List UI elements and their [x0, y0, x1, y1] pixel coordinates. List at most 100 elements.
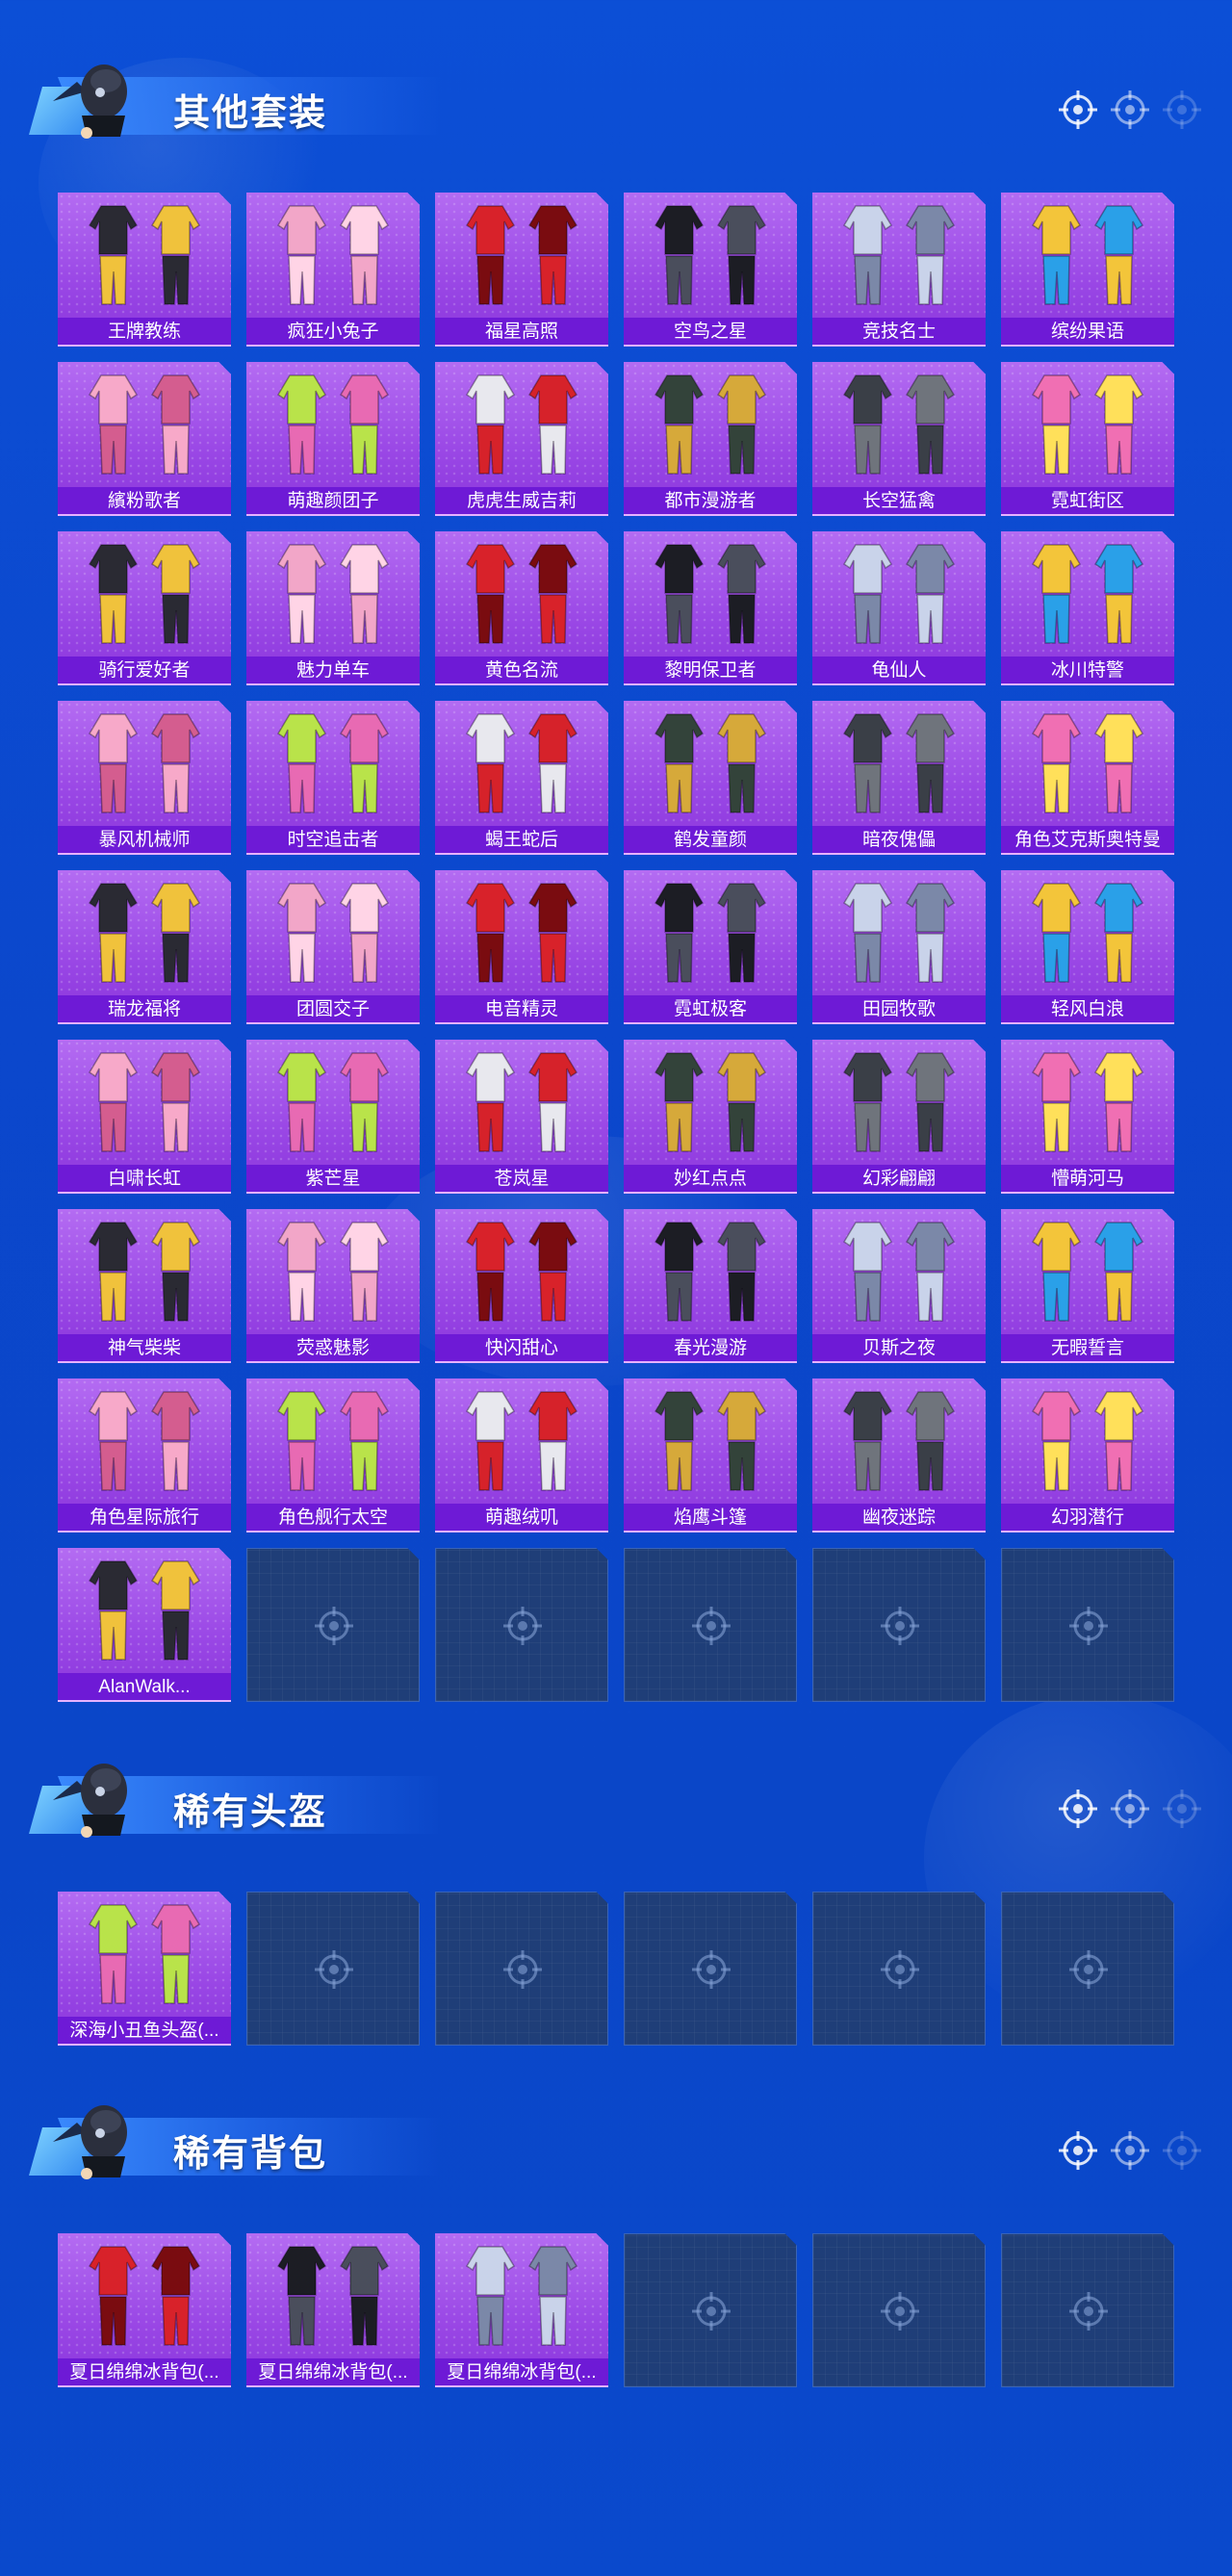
item-tile[interactable]: 夏日绵绵冰背包(...	[58, 2233, 231, 2387]
outfit-image	[276, 2246, 390, 2346]
item-tile[interactable]: 冰川特警	[1001, 531, 1174, 685]
item-tile[interactable]: 深海小丑鱼头盔(...	[58, 1892, 231, 2046]
item-grid: 夏日绵绵冰背包(... 夏日绵绵冰背包(... 夏日绵绵冰背包(...	[58, 2233, 1174, 2387]
item-tile[interactable]: 紫芒星	[246, 1040, 420, 1194]
item-label: 田园牧歌	[812, 995, 986, 1024]
item-tile[interactable]: 瑞龙福将	[58, 870, 231, 1024]
outfit-image	[465, 713, 578, 813]
empty-slot	[246, 1892, 420, 2046]
item-tile[interactable]: 霓虹街区	[1001, 362, 1174, 516]
outfit-image	[654, 713, 767, 813]
item-label: 夏日绵绵冰背包(...	[246, 2358, 420, 2387]
item-tile[interactable]: 虎虎生威吉莉	[435, 362, 608, 516]
item-tile[interactable]: AlanWalk...	[58, 1548, 231, 1702]
outfit-image	[1031, 1391, 1144, 1491]
item-label: 暴风机械师	[58, 826, 231, 855]
item-tile[interactable]: 春光漫游	[624, 1209, 797, 1363]
item-tile[interactable]: 夏日绵绵冰背包(...	[246, 2233, 420, 2387]
crosshair-icon	[692, 2292, 731, 2331]
item-label: 骑行爱好者	[58, 657, 231, 685]
outfit-image	[465, 1222, 578, 1322]
crosshair-icon	[1059, 2131, 1097, 2170]
crosshair-icon	[503, 1607, 542, 1645]
mascot-icon	[53, 64, 127, 139]
item-tile[interactable]: 福星高照	[435, 193, 608, 347]
crosshair-icon	[1059, 1790, 1097, 1828]
item-tile[interactable]: 疯狂小兔子	[246, 193, 420, 347]
empty-slot	[812, 1548, 986, 1702]
outfit-image	[276, 374, 390, 475]
item-label: 疯狂小兔子	[246, 318, 420, 347]
item-tile[interactable]: 苍岚星	[435, 1040, 608, 1194]
outfit-image	[654, 1222, 767, 1322]
crosshair-icon	[1059, 90, 1097, 129]
item-tile[interactable]: 暴风机械师	[58, 701, 231, 855]
item-tile[interactable]: 竞技名士	[812, 193, 986, 347]
item-tile[interactable]: 萌趣绒叽	[435, 1378, 608, 1533]
item-tile[interactable]: 都市漫游者	[624, 362, 797, 516]
item-tile[interactable]: 电音精灵	[435, 870, 608, 1024]
crosshair-icon	[315, 1607, 353, 1645]
item-tile[interactable]: 繽粉歌者	[58, 362, 231, 516]
item-tile[interactable]: 幻彩翩翩	[812, 1040, 986, 1194]
section-title: 其他套装	[173, 93, 328, 134]
item-tile[interactable]: 空鸟之星	[624, 193, 797, 347]
item-label: 角色艾克斯奥特曼	[1001, 826, 1174, 855]
item-tile[interactable]: 妙红点点	[624, 1040, 797, 1194]
outfit-image	[276, 1391, 390, 1491]
item-label: 黎明保卫者	[624, 657, 797, 685]
item-tile[interactable]: 荧惑魅影	[246, 1209, 420, 1363]
item-tile[interactable]: 田园牧歌	[812, 870, 986, 1024]
item-label: 荧惑魅影	[246, 1334, 420, 1363]
mascot-icon	[53, 2105, 127, 2179]
item-tile[interactable]: 角色舰行太空	[246, 1378, 420, 1533]
item-tile[interactable]: 贝斯之夜	[812, 1209, 986, 1363]
outfit-image	[1031, 374, 1144, 475]
item-tile[interactable]: 萌趣颜团子	[246, 362, 420, 516]
empty-slot	[624, 1548, 797, 1702]
item-tile[interactable]: 黎明保卫者	[624, 531, 797, 685]
item-tile[interactable]: 夏日绵绵冰背包(...	[435, 2233, 608, 2387]
outfit-image	[842, 1222, 956, 1322]
item-tile[interactable]: 骑行爱好者	[58, 531, 231, 685]
item-tile[interactable]: 轻风白浪	[1001, 870, 1174, 1024]
item-label: 暗夜傀儡	[812, 826, 986, 855]
item-tile[interactable]: 角色艾克斯奥特曼	[1001, 701, 1174, 855]
item-tile[interactable]: 龟仙人	[812, 531, 986, 685]
outfit-image	[276, 883, 390, 983]
item-tile[interactable]: 蝎王蛇后	[435, 701, 608, 855]
item-tile[interactable]: 无暇誓言	[1001, 1209, 1174, 1363]
item-tile[interactable]: 缤纷果语	[1001, 193, 1174, 347]
item-tile[interactable]: 黄色名流	[435, 531, 608, 685]
item-grid: 深海小丑鱼头盔(...	[58, 1892, 1174, 2046]
crosshair-icon	[692, 1950, 731, 1989]
item-tile[interactable]: 焰鹰斗篷	[624, 1378, 797, 1533]
outfit-image	[1031, 205, 1144, 305]
item-tile[interactable]: 暗夜傀儡	[812, 701, 986, 855]
outfit-image	[1031, 713, 1144, 813]
item-label: 竞技名士	[812, 318, 986, 347]
crosshair-icon	[1069, 1607, 1108, 1645]
empty-slot	[812, 1892, 986, 2046]
section-rare-backpacks: 稀有背包 夏日绵绵冰背包(... 夏日绵绵冰背包(... 夏日绵绵冰背包(...	[0, 2089, 1232, 2397]
crosshair-icon	[1163, 1790, 1201, 1828]
item-tile[interactable]: 快闪甜心	[435, 1209, 608, 1363]
item-tile[interactable]: 团圆交子	[246, 870, 420, 1024]
section-title: 稀有背包	[173, 2134, 328, 2175]
item-tile[interactable]: 霓虹极客	[624, 870, 797, 1024]
item-tile[interactable]: 幽夜迷踪	[812, 1378, 986, 1533]
empty-slot	[1001, 1548, 1174, 1702]
item-tile[interactable]: 角色星际旅行	[58, 1378, 231, 1533]
item-tile[interactable]: 懵萌河马	[1001, 1040, 1174, 1194]
item-tile[interactable]: 鹤发童颜	[624, 701, 797, 855]
item-tile[interactable]: 幻羽潜行	[1001, 1378, 1174, 1533]
crosshair-icon	[692, 1607, 731, 1645]
item-tile[interactable]: 白啸长虹	[58, 1040, 231, 1194]
item-tile[interactable]: 魅力单车	[246, 531, 420, 685]
item-tile[interactable]: 长空猛禽	[812, 362, 986, 516]
item-tile[interactable]: 王牌教练	[58, 193, 231, 347]
item-tile[interactable]: 神气柴柴	[58, 1209, 231, 1363]
section-header: 稀有背包	[29, 2089, 1203, 2195]
item-tile[interactable]: 时空追击者	[246, 701, 420, 855]
outfit-image	[654, 544, 767, 644]
